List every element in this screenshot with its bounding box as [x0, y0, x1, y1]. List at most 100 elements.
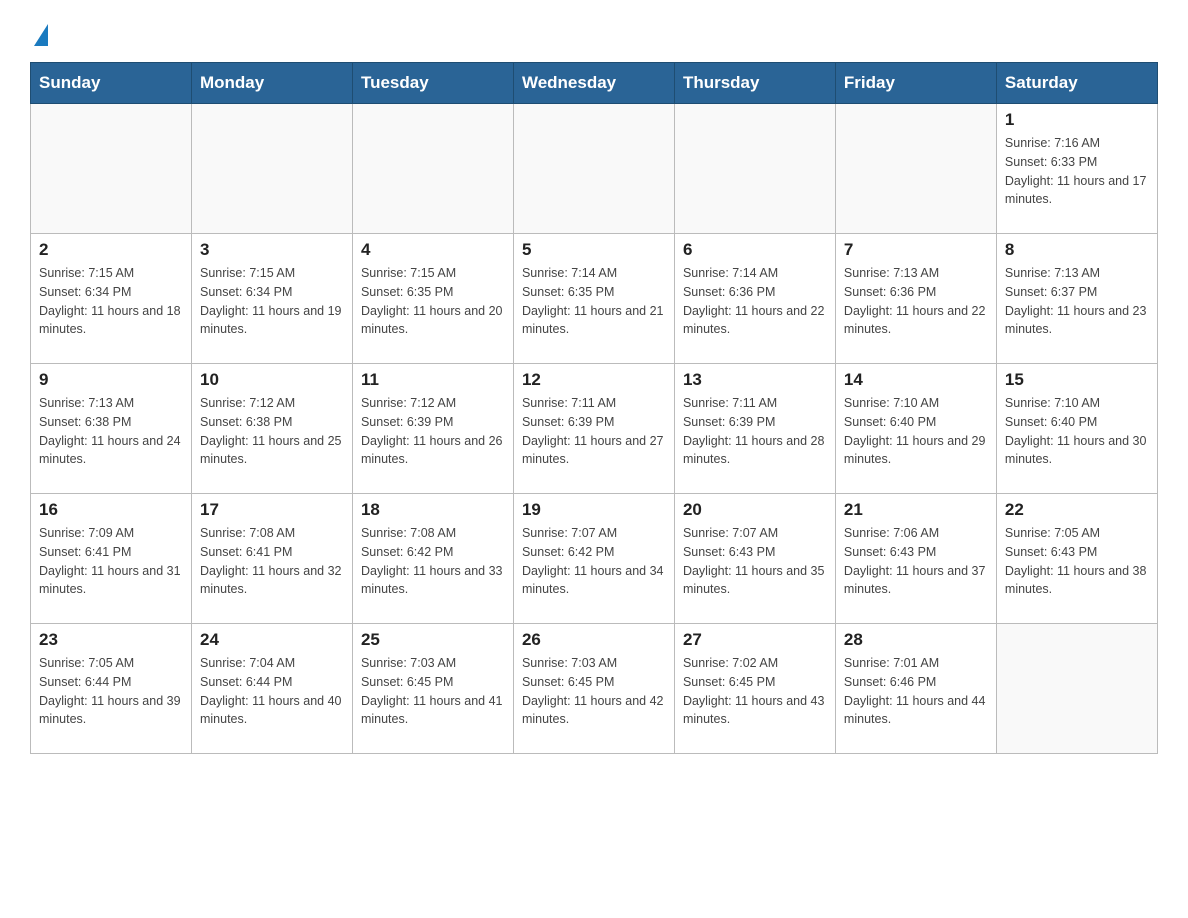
- day-number: 8: [1005, 240, 1149, 260]
- day-number: 4: [361, 240, 505, 260]
- day-number: 6: [683, 240, 827, 260]
- day-number: 24: [200, 630, 344, 650]
- calendar-cell: [31, 104, 192, 234]
- day-number: 12: [522, 370, 666, 390]
- day-number: 1: [1005, 110, 1149, 130]
- calendar-cell: 17 Sunrise: 7:08 AMSunset: 6:41 PMDayligh…: [191, 494, 352, 624]
- calendar-cell: 16 Sunrise: 7:09 AMSunset: 6:41 PMDayligh…: [31, 494, 192, 624]
- calendar-cell: [513, 104, 674, 234]
- calendar-cell: 25 Sunrise: 7:03 AMSunset: 6:45 PMDayligh…: [352, 624, 513, 754]
- calendar-week-row: 1 Sunrise: 7:16 AMSunset: 6:33 PMDaylight…: [31, 104, 1158, 234]
- calendar-table: SundayMondayTuesdayWednesdayThursdayFrid…: [30, 62, 1158, 754]
- calendar-week-row: 23Sunrise: 7:05 AMSunset: 6:44 PMDayligh…: [31, 624, 1158, 754]
- calendar-cell: 28 Sunrise: 7:01 AMSunset: 6:46 PMDayligh…: [835, 624, 996, 754]
- calendar-cell: 2Sunrise: 7:15 AMSunset: 6:34 PMDaylight…: [31, 234, 192, 364]
- calendar-cell: 18 Sunrise: 7:08 AMSunset: 6:42 PMDayligh…: [352, 494, 513, 624]
- calendar-cell: 10 Sunrise: 7:12 AMSunset: 6:38 PMDayligh…: [191, 364, 352, 494]
- calendar-cell: 7 Sunrise: 7:13 AMSunset: 6:36 PMDaylight…: [835, 234, 996, 364]
- day-number: 20: [683, 500, 827, 520]
- calendar-cell: 6 Sunrise: 7:14 AMSunset: 6:36 PMDaylight…: [674, 234, 835, 364]
- weekday-header-saturday: Saturday: [996, 63, 1157, 104]
- calendar-cell: 15 Sunrise: 7:10 AMSunset: 6:40 PMDayligh…: [996, 364, 1157, 494]
- day-sun-info: Sunrise: 7:11 AMSunset: 6:39 PMDaylight:…: [683, 394, 827, 469]
- calendar-cell: 13 Sunrise: 7:11 AMSunset: 6:39 PMDayligh…: [674, 364, 835, 494]
- day-sun-info: Sunrise: 7:06 AMSunset: 6:43 PMDaylight:…: [844, 524, 988, 599]
- calendar-cell: 20 Sunrise: 7:07 AMSunset: 6:43 PMDayligh…: [674, 494, 835, 624]
- day-sun-info: Sunrise: 7:13 AMSunset: 6:36 PMDaylight:…: [844, 264, 988, 339]
- day-sun-info: Sunrise: 7:10 AMSunset: 6:40 PMDaylight:…: [1005, 394, 1149, 469]
- calendar-cell: [674, 104, 835, 234]
- day-number: 7: [844, 240, 988, 260]
- day-number: 15: [1005, 370, 1149, 390]
- day-number: 28: [844, 630, 988, 650]
- day-number: 27: [683, 630, 827, 650]
- weekday-header-tuesday: Tuesday: [352, 63, 513, 104]
- page-header: [30, 20, 1158, 46]
- day-number: 19: [522, 500, 666, 520]
- day-sun-info: Sunrise: 7:01 AMSunset: 6:46 PMDaylight:…: [844, 654, 988, 729]
- calendar-cell: 26 Sunrise: 7:03 AMSunset: 6:45 PMDayligh…: [513, 624, 674, 754]
- logo: [30, 20, 48, 46]
- day-number: 14: [844, 370, 988, 390]
- day-sun-info: Sunrise: 7:15 AMSunset: 6:34 PMDaylight:…: [200, 264, 344, 339]
- day-sun-info: Sunrise: 7:10 AMSunset: 6:40 PMDaylight:…: [844, 394, 988, 469]
- day-sun-info: Sunrise: 7:08 AMSunset: 6:42 PMDaylight:…: [361, 524, 505, 599]
- calendar-cell: 24Sunrise: 7:04 AMSunset: 6:44 PMDayligh…: [191, 624, 352, 754]
- calendar-cell: [835, 104, 996, 234]
- day-number: 17: [200, 500, 344, 520]
- weekday-header-monday: Monday: [191, 63, 352, 104]
- calendar-cell: 3 Sunrise: 7:15 AMSunset: 6:34 PMDaylight…: [191, 234, 352, 364]
- calendar-cell: 22 Sunrise: 7:05 AMSunset: 6:43 PMDayligh…: [996, 494, 1157, 624]
- day-number: 3: [200, 240, 344, 260]
- calendar-cell: 19 Sunrise: 7:07 AMSunset: 6:42 PMDayligh…: [513, 494, 674, 624]
- day-number: 21: [844, 500, 988, 520]
- day-number: 18: [361, 500, 505, 520]
- weekday-header-friday: Friday: [835, 63, 996, 104]
- calendar-cell: [191, 104, 352, 234]
- day-sun-info: Sunrise: 7:08 AMSunset: 6:41 PMDaylight:…: [200, 524, 344, 599]
- calendar-cell: 8 Sunrise: 7:13 AMSunset: 6:37 PMDaylight…: [996, 234, 1157, 364]
- weekday-header-wednesday: Wednesday: [513, 63, 674, 104]
- weekday-header-row: SundayMondayTuesdayWednesdayThursdayFrid…: [31, 63, 1158, 104]
- day-sun-info: Sunrise: 7:11 AMSunset: 6:39 PMDaylight:…: [522, 394, 666, 469]
- day-number: 10: [200, 370, 344, 390]
- calendar-cell: 21 Sunrise: 7:06 AMSunset: 6:43 PMDayligh…: [835, 494, 996, 624]
- calendar-week-row: 9 Sunrise: 7:13 AMSunset: 6:38 PMDaylight…: [31, 364, 1158, 494]
- day-sun-info: Sunrise: 7:16 AMSunset: 6:33 PMDaylight:…: [1005, 134, 1149, 209]
- calendar-cell: 27 Sunrise: 7:02 AMSunset: 6:45 PMDayligh…: [674, 624, 835, 754]
- day-sun-info: Sunrise: 7:03 AMSunset: 6:45 PMDaylight:…: [361, 654, 505, 729]
- day-sun-info: Sunrise: 7:03 AMSunset: 6:45 PMDaylight:…: [522, 654, 666, 729]
- calendar-cell: 9 Sunrise: 7:13 AMSunset: 6:38 PMDaylight…: [31, 364, 192, 494]
- day-number: 16: [39, 500, 183, 520]
- day-sun-info: Sunrise: 7:15 AMSunset: 6:34 PMDaylight:…: [39, 264, 183, 339]
- day-number: 22: [1005, 500, 1149, 520]
- day-sun-info: Sunrise: 7:14 AMSunset: 6:36 PMDaylight:…: [683, 264, 827, 339]
- day-number: 9: [39, 370, 183, 390]
- day-sun-info: Sunrise: 7:07 AMSunset: 6:43 PMDaylight:…: [683, 524, 827, 599]
- day-number: 11: [361, 370, 505, 390]
- day-number: 25: [361, 630, 505, 650]
- day-sun-info: Sunrise: 7:05 AMSunset: 6:43 PMDaylight:…: [1005, 524, 1149, 599]
- day-sun-info: Sunrise: 7:13 AMSunset: 6:37 PMDaylight:…: [1005, 264, 1149, 339]
- calendar-cell: 4Sunrise: 7:15 AMSunset: 6:35 PMDaylight…: [352, 234, 513, 364]
- logo-triangle-icon: [34, 24, 48, 46]
- day-sun-info: Sunrise: 7:12 AMSunset: 6:38 PMDaylight:…: [200, 394, 344, 469]
- day-sun-info: Sunrise: 7:02 AMSunset: 6:45 PMDaylight:…: [683, 654, 827, 729]
- day-sun-info: Sunrise: 7:13 AMSunset: 6:38 PMDaylight:…: [39, 394, 183, 469]
- day-number: 13: [683, 370, 827, 390]
- calendar-cell: 11 Sunrise: 7:12 AMSunset: 6:39 PMDayligh…: [352, 364, 513, 494]
- calendar-cell: 1 Sunrise: 7:16 AMSunset: 6:33 PMDaylight…: [996, 104, 1157, 234]
- day-sun-info: Sunrise: 7:12 AMSunset: 6:39 PMDaylight:…: [361, 394, 505, 469]
- weekday-header-thursday: Thursday: [674, 63, 835, 104]
- day-sun-info: Sunrise: 7:07 AMSunset: 6:42 PMDaylight:…: [522, 524, 666, 599]
- calendar-week-row: 2Sunrise: 7:15 AMSunset: 6:34 PMDaylight…: [31, 234, 1158, 364]
- calendar-cell: 23Sunrise: 7:05 AMSunset: 6:44 PMDayligh…: [31, 624, 192, 754]
- calendar-cell: 12 Sunrise: 7:11 AMSunset: 6:39 PMDayligh…: [513, 364, 674, 494]
- calendar-week-row: 16 Sunrise: 7:09 AMSunset: 6:41 PMDayligh…: [31, 494, 1158, 624]
- calendar-cell: [352, 104, 513, 234]
- day-sun-info: Sunrise: 7:14 AMSunset: 6:35 PMDaylight:…: [522, 264, 666, 339]
- day-number: 23: [39, 630, 183, 650]
- calendar-cell: 14 Sunrise: 7:10 AMSunset: 6:40 PMDayligh…: [835, 364, 996, 494]
- day-number: 26: [522, 630, 666, 650]
- day-sun-info: Sunrise: 7:09 AMSunset: 6:41 PMDaylight:…: [39, 524, 183, 599]
